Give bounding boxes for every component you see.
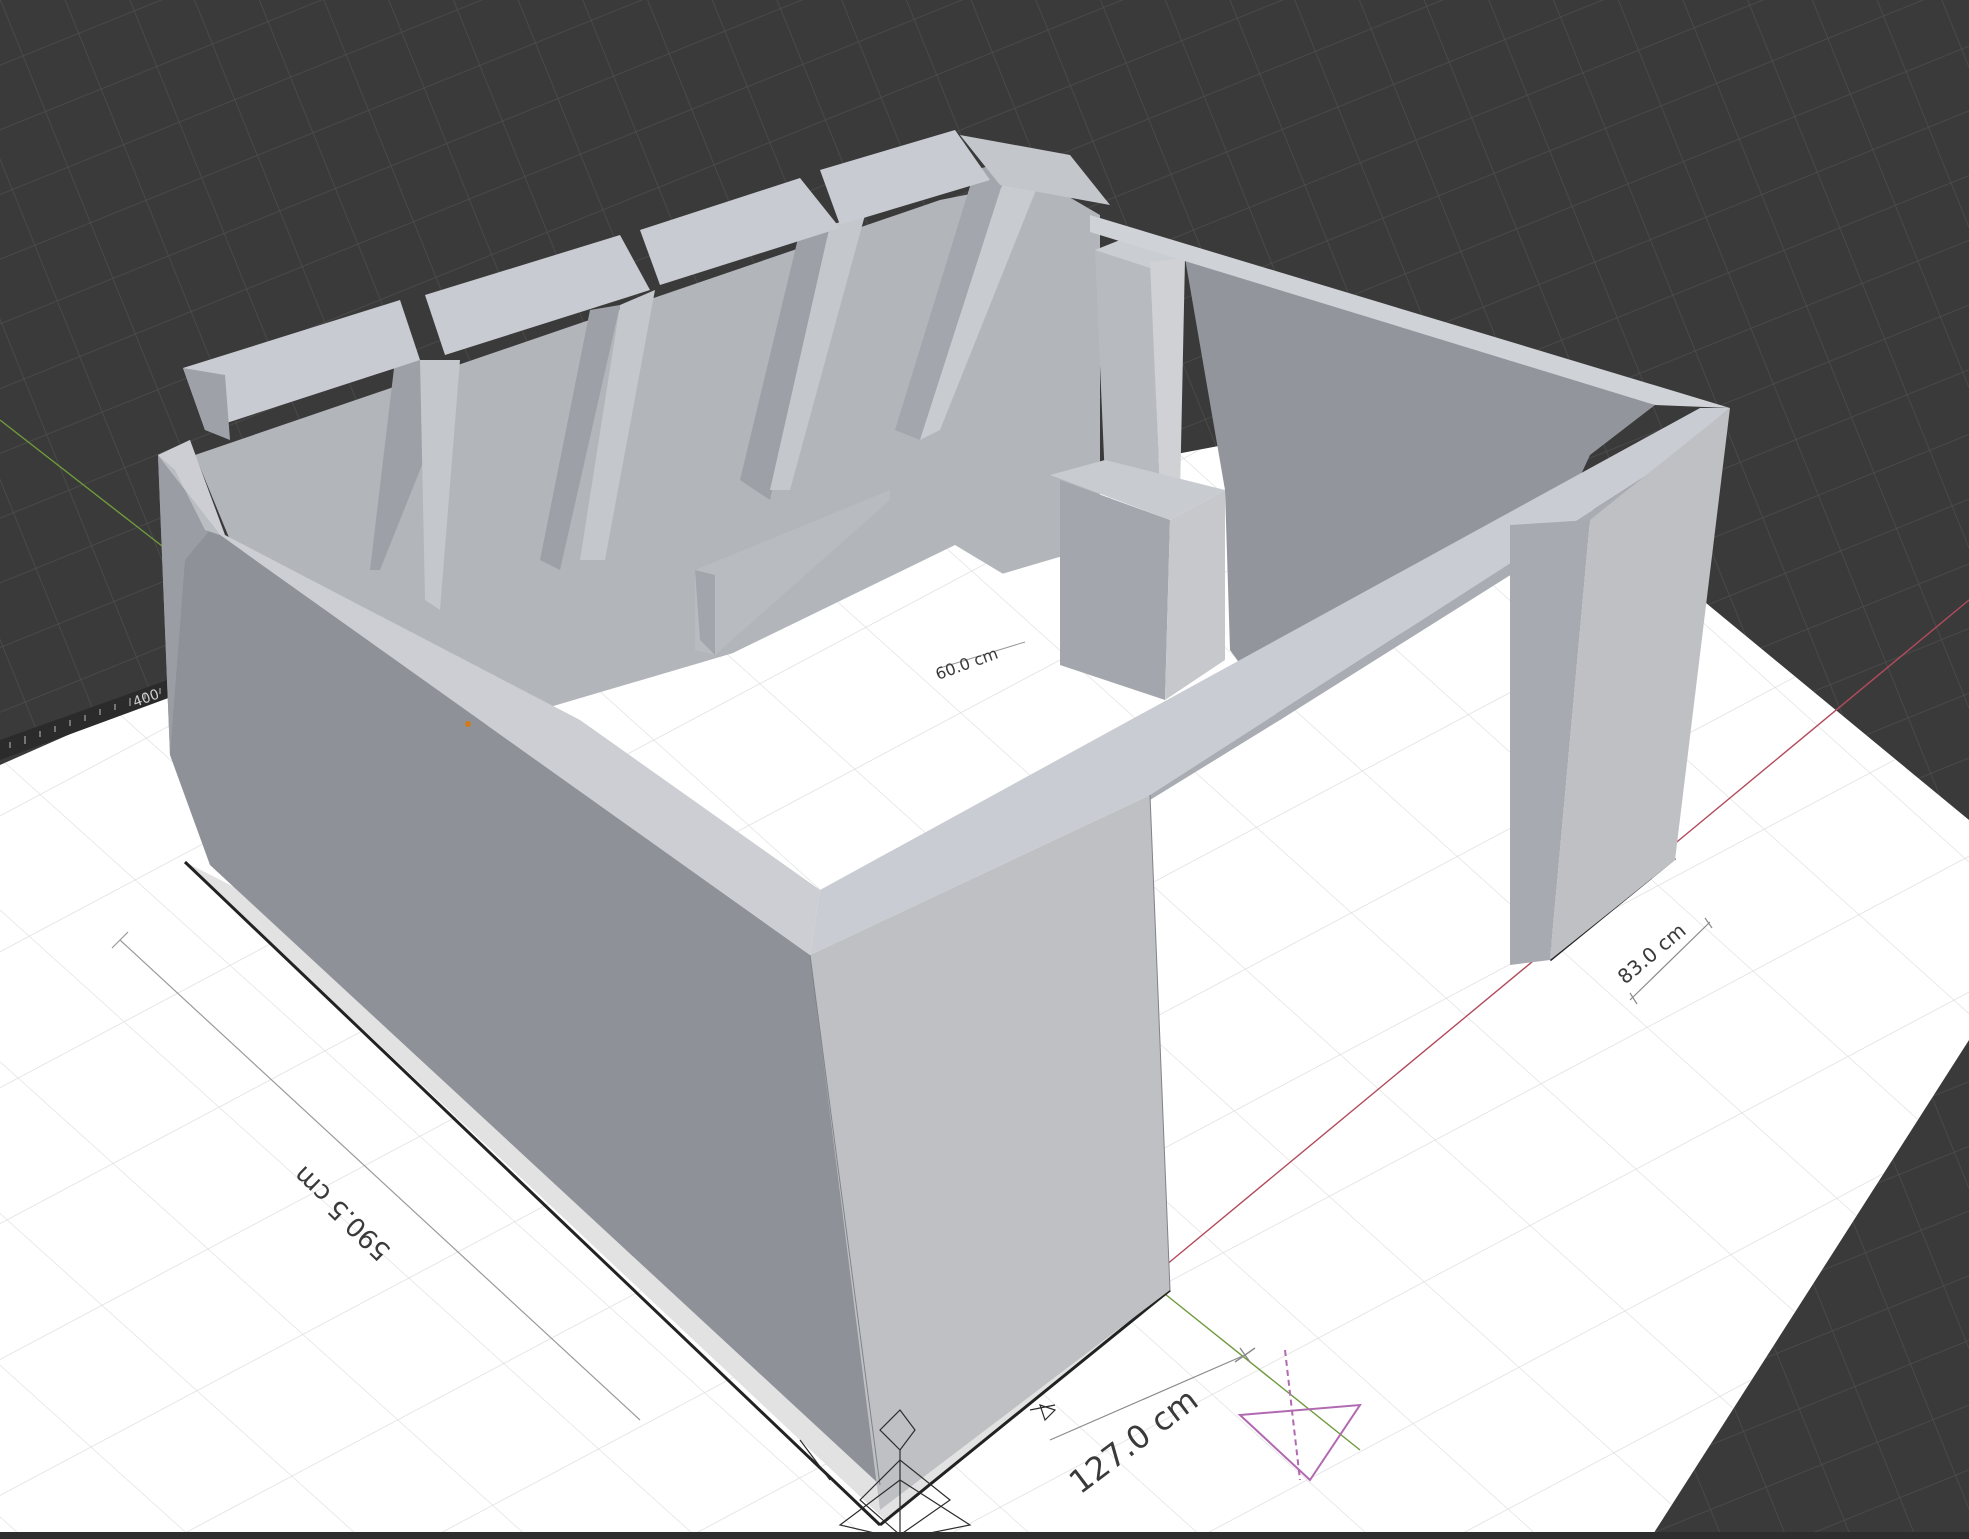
vertex-marker xyxy=(465,721,471,727)
3d-viewport[interactable]: 400 590.5 cm 127.0 cm 83.0 cm 60.0 cm xyxy=(0,0,1969,1539)
status-strip xyxy=(0,1532,1969,1539)
